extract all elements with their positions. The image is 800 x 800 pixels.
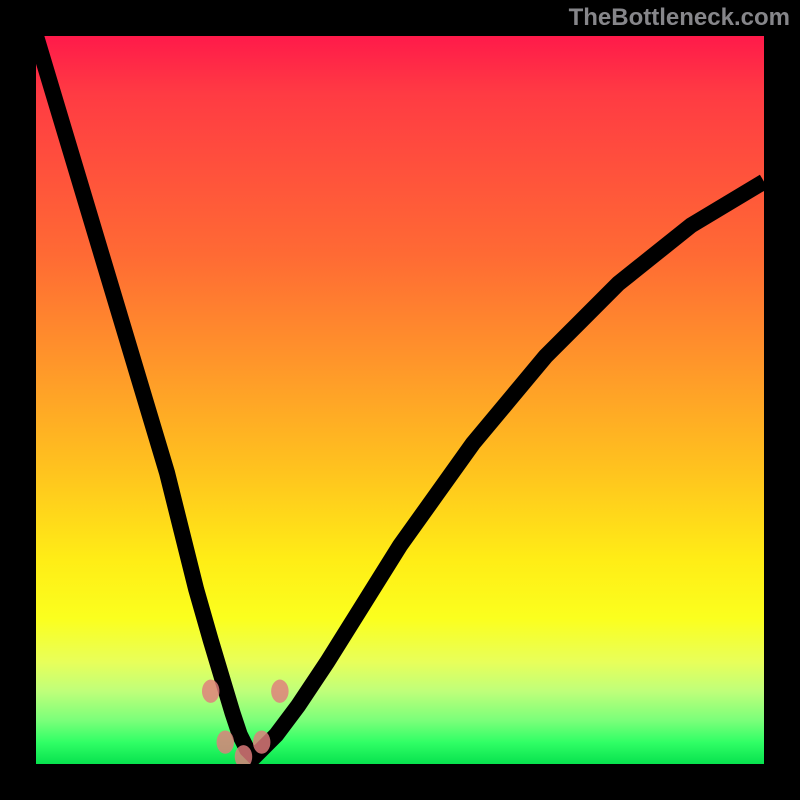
marker-dot: [202, 680, 219, 703]
plot-area: [36, 36, 764, 764]
chart-frame: TheBottleneck.com: [0, 0, 800, 800]
bottleneck-curve: [36, 36, 764, 757]
plot-svg: [36, 36, 764, 764]
marker-dot: [217, 731, 234, 754]
marker-dot: [253, 731, 270, 754]
marker-dot: [271, 680, 288, 703]
watermark-text: TheBottleneck.com: [569, 4, 790, 32]
marker-dots: [202, 680, 289, 764]
